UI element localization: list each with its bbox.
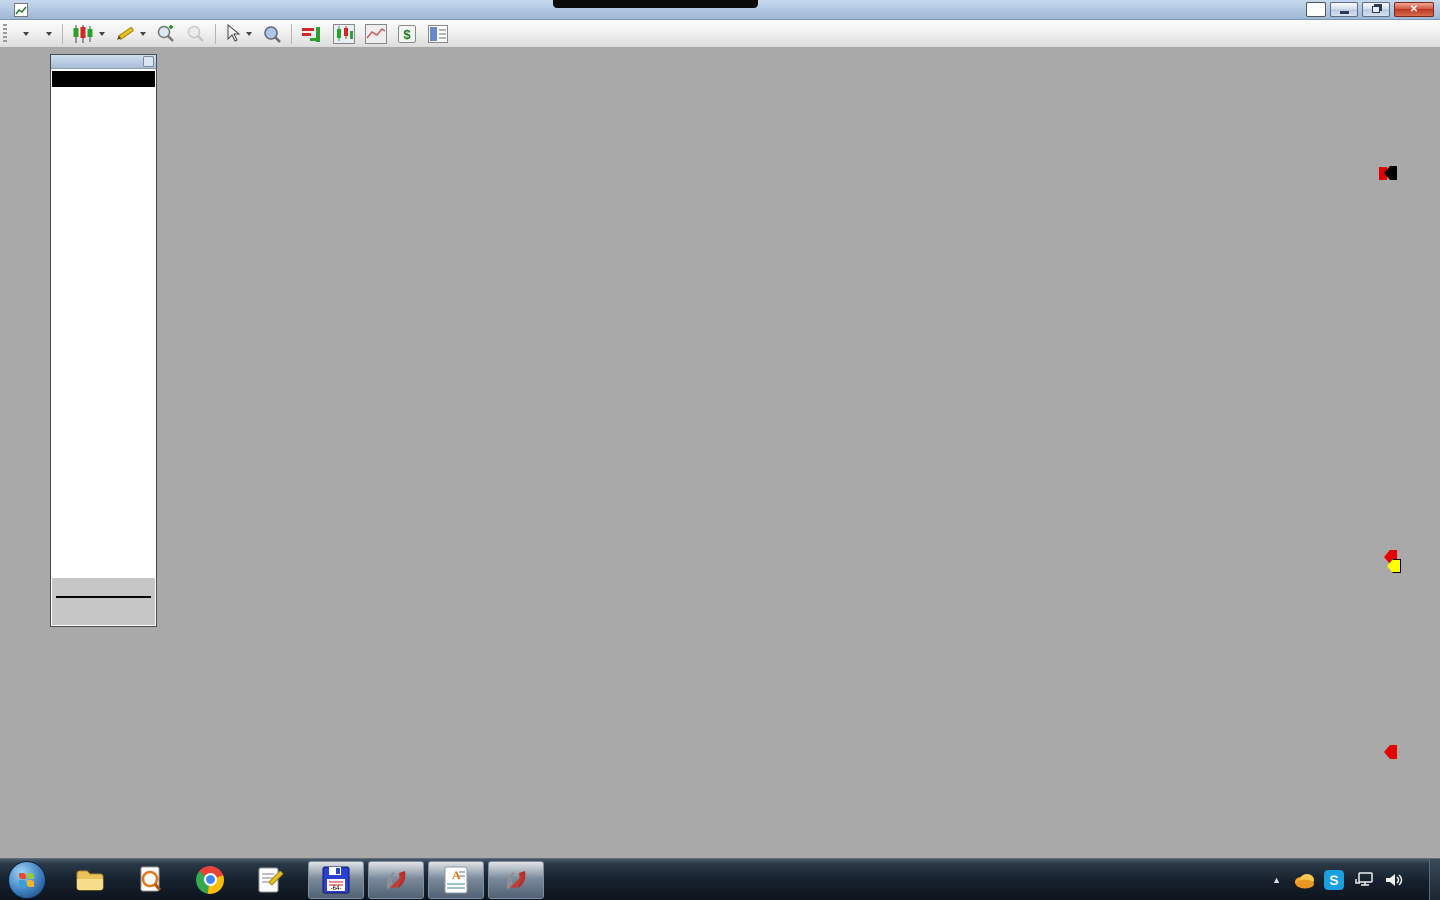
toolbar-grip[interactable] [3,24,7,44]
svg-text:A: A [452,868,461,882]
taskbar-app-floppy[interactable]: -64- [308,861,364,899]
hidden-window-notch [553,0,758,8]
indicator-header [52,71,155,87]
restore-button[interactable] [1362,2,1390,17]
skype-tray-icon[interactable]: S [1323,869,1345,891]
chevron-down-icon [99,32,105,36]
cursor-tool-button[interactable] [221,22,256,46]
tray-expand-icon[interactable]: ▲ [1272,875,1281,885]
line-chart-button[interactable] [361,22,391,46]
notepad-icon [256,866,284,894]
minimize-icon [1340,11,1349,14]
kpwayne3d-value [1390,745,1397,759]
document-a-icon: A [442,865,470,895]
chrome-icon [196,866,224,894]
panel-footer-line [56,596,151,598]
kpwayne3d-panel[interactable] [50,54,157,627]
toolbar-separator [215,24,216,44]
chart-toolbar: $ [0,20,1440,48]
svg-text:$: $ [403,27,411,42]
close-icon[interactable] [143,56,154,67]
pencil-icon [115,24,135,44]
zoom-in-button[interactable] [152,22,180,46]
chart-style-button[interactable] [68,22,109,46]
toolbar-separator [291,24,292,44]
account-button[interactable]: $ [393,22,421,46]
start-button[interactable] [8,861,46,899]
chart-canvas[interactable] [0,0,1440,858]
restore-icon [1372,6,1380,13]
close-button[interactable]: ✕ [1394,2,1434,17]
toolbar-separator [62,24,63,44]
chart-app-icon [14,3,28,17]
link-button[interactable] [1306,2,1326,17]
chevron-down-icon [246,32,252,36]
search-document-icon [137,866,163,894]
zoom-in-icon [156,24,176,44]
taskbar-app-ninjatrader-1[interactable] [368,861,424,899]
dollar-icon: $ [397,24,417,44]
draw-tool-button[interactable] [111,22,150,46]
kpwayne3d-panel-titlebar[interactable] [51,55,156,69]
taskbar-chrome-button[interactable] [190,860,230,900]
svg-text:-64-: -64- [331,886,342,892]
network-tray-icon[interactable] [1353,869,1375,891]
floppy-disk-icon: -64- [321,865,351,895]
market-analyzer-button[interactable] [297,22,327,46]
chart-window-button[interactable] [329,22,359,46]
taskbar-notepad-button[interactable] [250,860,290,900]
chevron-down-icon [140,32,146,36]
current-price-label [1390,166,1397,180]
chevron-down-icon [46,32,52,36]
report-icon [427,24,449,44]
zoom-out-icon [186,24,206,44]
kptrend2-yellow-value [1392,559,1401,573]
zoom-out-button[interactable] [182,22,210,46]
taskbar-app-document[interactable]: A [428,861,484,899]
region-zoom-button[interactable] [258,22,286,46]
folder-icon [75,867,105,893]
line-chart-icon [365,24,387,44]
chevron-down-icon [23,32,29,36]
show-desktop-button[interactable] [1429,859,1440,900]
bars-icon [301,24,323,44]
candlestick-icon [72,24,94,44]
weather-tray-icon[interactable] [1293,869,1315,891]
taskbar-search-button[interactable] [130,860,170,900]
minimize-button[interactable] [1330,2,1358,17]
desktop: ✕ [0,0,1440,900]
panel-footer [52,578,155,625]
ninjatrader-icon [501,865,531,895]
volume-tray-icon[interactable] [1383,869,1405,891]
chart-window-icon [333,24,355,44]
ninjatrader-icon [381,865,411,895]
magnifier-icon [262,24,282,44]
period-dropdown[interactable] [35,29,58,39]
cursor-icon [225,24,241,44]
instrument-dropdown[interactable] [12,29,35,39]
report-button[interactable] [423,22,453,46]
windows-logo-icon [19,873,35,887]
taskbar-app-ninjatrader-2[interactable] [488,861,544,899]
taskbar-explorer-button[interactable] [70,860,110,900]
taskbar: -64- A [0,858,1440,900]
